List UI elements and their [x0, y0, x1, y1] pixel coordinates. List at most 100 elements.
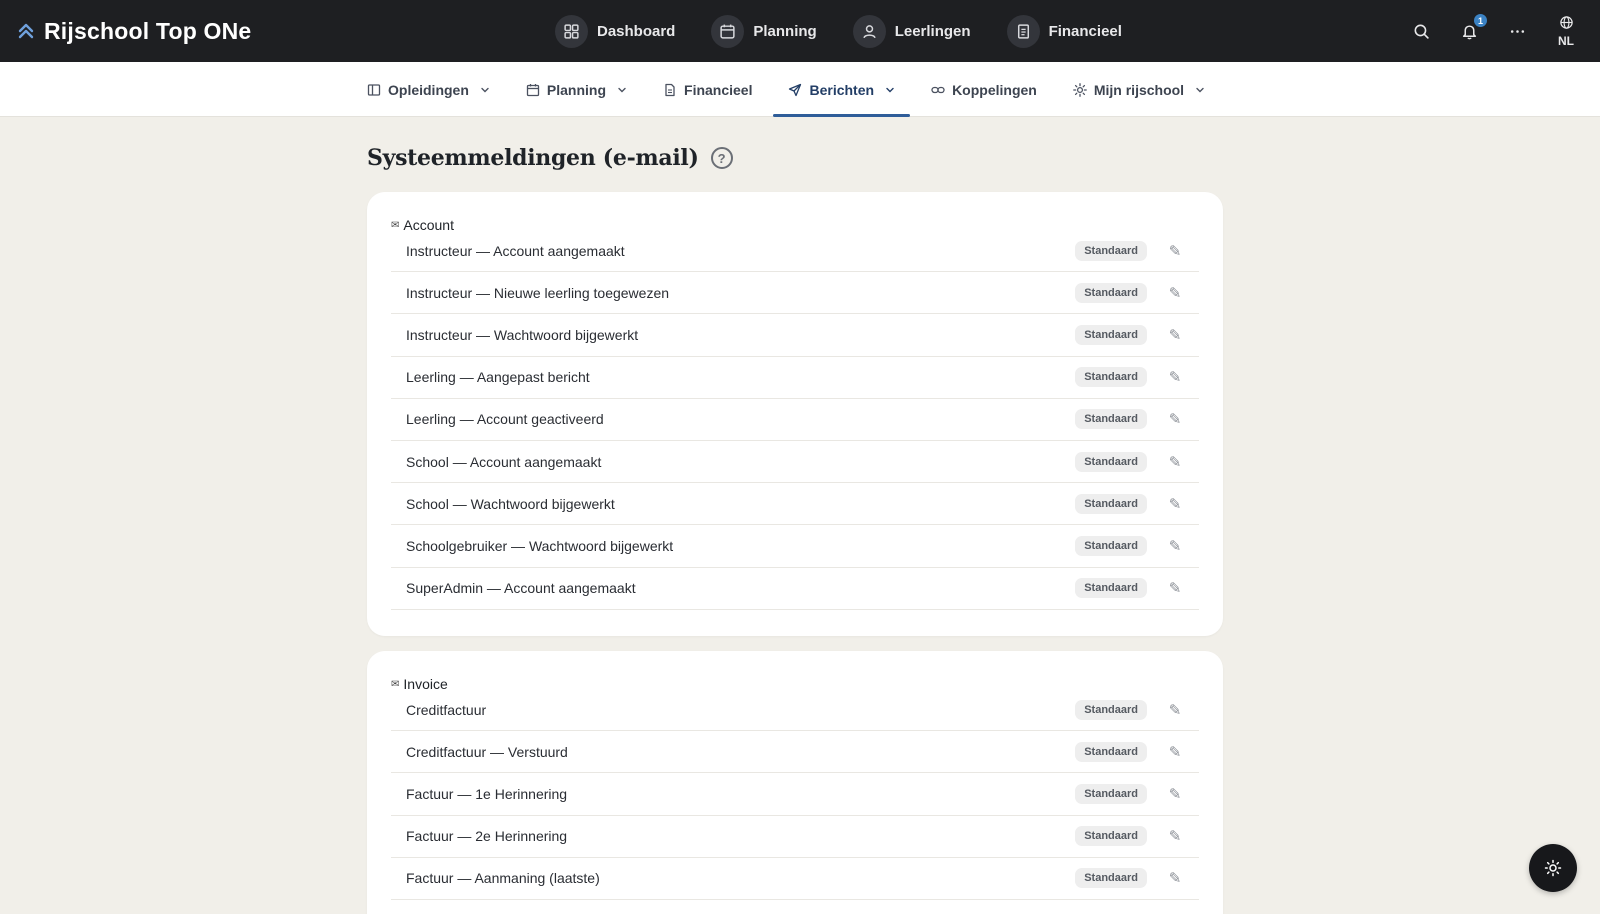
list-item[interactable]: School — Account aangemaakt Standaard ✎	[391, 441, 1199, 484]
item-label: Factuur — Aanmaning (laatste)	[406, 870, 600, 887]
tab-label: Planning	[546, 81, 607, 98]
main-nav-label: Dashboard	[597, 22, 676, 40]
theme-toggle-button[interactable]	[1529, 844, 1577, 892]
status-badge: Standaard	[1075, 282, 1147, 303]
list-item[interactable]: Factuur — 1e Herinnering Standaard ✎	[391, 773, 1199, 816]
envelope-icon: ✉	[391, 219, 400, 231]
main-nav-dashboard[interactable]: Dashboard	[555, 14, 676, 48]
edit-pencil-icon[interactable]: ✎	[1165, 537, 1185, 555]
list-item[interactable]: Leerling — Account geactiveerd Standaard ✎	[391, 399, 1199, 441]
calendar-icon	[526, 83, 540, 96]
chevron-down-icon	[1196, 87, 1204, 92]
main-nav-label: Financieel	[1048, 22, 1122, 40]
notifications-button[interactable]: 1	[1458, 14, 1487, 42]
section-card-account: ✉ Account Instructeur — Account aangemaa…	[367, 192, 1223, 636]
item-label: Instructeur — Wachtwoord bijgewerkt	[406, 326, 639, 343]
status-badge: Standaard	[1075, 324, 1147, 345]
edit-pencil-icon[interactable]: ✎	[1165, 410, 1185, 428]
main-nav-financieel[interactable]: Financieel	[1006, 14, 1122, 48]
main-nav: Dashboard Planning Leerlingen Financieel	[555, 0, 1122, 62]
status-badge: Standaard	[1075, 699, 1147, 720]
edit-pencil-icon[interactable]: ✎	[1165, 579, 1185, 597]
tab-label: Financieel	[684, 81, 753, 98]
top-right-actions: 1 NL	[1410, 0, 1574, 62]
tab-berichten[interactable]: Berichten	[773, 62, 910, 117]
search-button[interactable]	[1410, 20, 1432, 42]
tab-mijn-rijschool[interactable]: Mijn rijschool	[1058, 62, 1220, 117]
columns-icon	[367, 83, 381, 96]
edit-pencil-icon[interactable]: ✎	[1165, 453, 1185, 471]
item-label: Factuur — 1e Herinnering	[406, 785, 568, 802]
status-badge: Standaard	[1075, 535, 1147, 556]
edit-pencil-icon[interactable]: ✎	[1165, 495, 1185, 513]
list-item[interactable]: Factuur — 2e Herinnering Standaard ✎	[391, 816, 1199, 858]
app-title: Rijschool Top ONe	[44, 17, 252, 44]
section-card-invoice: ✉ Invoice Creditfactuur Standaard ✎ Creditf…	[367, 651, 1223, 914]
edit-pencil-icon[interactable]: ✎	[1165, 284, 1185, 302]
main-nav-planning[interactable]: Planning	[711, 14, 817, 48]
status-badge: Standaard	[1075, 451, 1147, 472]
language-switcher[interactable]: NL	[1558, 15, 1574, 48]
section-title: Account	[403, 217, 454, 233]
list-item[interactable]: SuperAdmin — Account aangemaakt Standaard…	[391, 568, 1199, 610]
edit-pencil-icon[interactable]: ✎	[1165, 869, 1185, 887]
tab-label: Koppelingen	[952, 81, 1037, 98]
tab-financieel[interactable]: Financieel	[648, 62, 767, 117]
logo-chevrons-icon	[18, 23, 34, 39]
item-label: Instructeur — Account aangemaakt	[406, 242, 625, 259]
edit-pencil-icon[interactable]: ✎	[1165, 827, 1185, 845]
edit-pencil-icon[interactable]: ✎	[1165, 785, 1185, 803]
tab-koppelingen[interactable]: Koppelingen	[916, 62, 1052, 117]
list-item[interactable]: Instructeur — Nieuwe leerling toegewezen…	[391, 272, 1199, 315]
list-item[interactable]: Instructeur — Account aangemaakt Standaar…	[391, 230, 1199, 273]
list-item[interactable]: School — Wachtwoord bijgewerkt Standaard ✎	[391, 483, 1199, 526]
status-badge: Standaard	[1075, 783, 1147, 804]
language-label: NL	[1558, 33, 1574, 48]
tab-label: Berichten	[809, 81, 875, 98]
main-nav-label: Planning	[753, 22, 817, 40]
list-item[interactable]: Creditfactuur — Verstuurd Standaard ✎	[391, 731, 1199, 774]
more-menu-button[interactable]	[1506, 20, 1528, 42]
item-label: School — Account aangemaakt	[406, 453, 602, 470]
edit-pencil-icon[interactable]: ✎	[1165, 368, 1185, 386]
chevron-down-icon	[618, 87, 626, 92]
link-icon	[931, 86, 945, 93]
edit-pencil-icon[interactable]: ✎	[1165, 701, 1185, 719]
page-header: Systeemmeldingen (e-mail) ?	[367, 145, 733, 171]
item-label: Creditfactuur — Verstuurd	[406, 743, 568, 760]
sun-icon	[1544, 859, 1562, 877]
item-label: Instructeur — Nieuwe leerling toegewezen	[406, 284, 670, 301]
list-item[interactable]: Schoolgebruiker — Wachtwoord bijgewerkt S…	[391, 525, 1199, 568]
help-icon[interactable]: ?	[710, 147, 733, 169]
item-label: Leerling — Aangepast bericht	[406, 369, 590, 386]
list-item[interactable]: Factuur — Aanmaning (laatste) Standaard ✎	[391, 858, 1199, 900]
dashboard-icon	[555, 14, 588, 48]
edit-pencil-icon[interactable]: ✎	[1165, 242, 1185, 260]
item-label: School — Wachtwoord bijgewerkt	[406, 495, 615, 512]
status-badge: Standaard	[1075, 741, 1147, 762]
item-label: Factuur — 2e Herinnering	[406, 828, 568, 845]
sub-nav: Opleidingen Planning Financieel Berichte…	[0, 62, 1600, 117]
edit-pencil-icon[interactable]: ✎	[1165, 326, 1185, 344]
edit-pencil-icon[interactable]: ✎	[1165, 743, 1185, 761]
tab-label: Opleidingen	[388, 81, 469, 98]
top-bar: Rijschool Top ONe Dashboard Planning Lee…	[0, 0, 1600, 62]
list-item[interactable]: Creditfactuur Standaard ✎	[391, 689, 1199, 732]
status-badge: Standaard	[1075, 367, 1147, 388]
list-item[interactable]: Instructeur — Wachtwoord bijgewerkt Stand…	[391, 314, 1199, 357]
page-title: Systeemmeldingen (e-mail)	[367, 145, 699, 171]
main-nav-leerlingen[interactable]: Leerlingen	[852, 14, 971, 48]
envelope-icon: ✉	[391, 678, 400, 690]
tab-planning[interactable]: Planning	[511, 62, 642, 117]
brand[interactable]: Rijschool Top ONe	[16, 0, 251, 62]
status-badge: Standaard	[1075, 493, 1147, 514]
notification-count-badge: 1	[1474, 14, 1487, 27]
more-horizontal-icon	[1510, 29, 1524, 33]
tab-opleidingen[interactable]: Opleidingen	[352, 62, 505, 117]
status-badge: Standaard	[1075, 409, 1147, 430]
send-icon	[789, 83, 802, 96]
status-badge: Standaard	[1075, 868, 1147, 889]
item-label: Schoolgebruiker — Wachtwoord bijgewerkt	[406, 537, 674, 554]
status-badge: Standaard	[1075, 826, 1147, 847]
list-item[interactable]: Leerling — Aangepast bericht Standaard ✎	[391, 357, 1199, 399]
